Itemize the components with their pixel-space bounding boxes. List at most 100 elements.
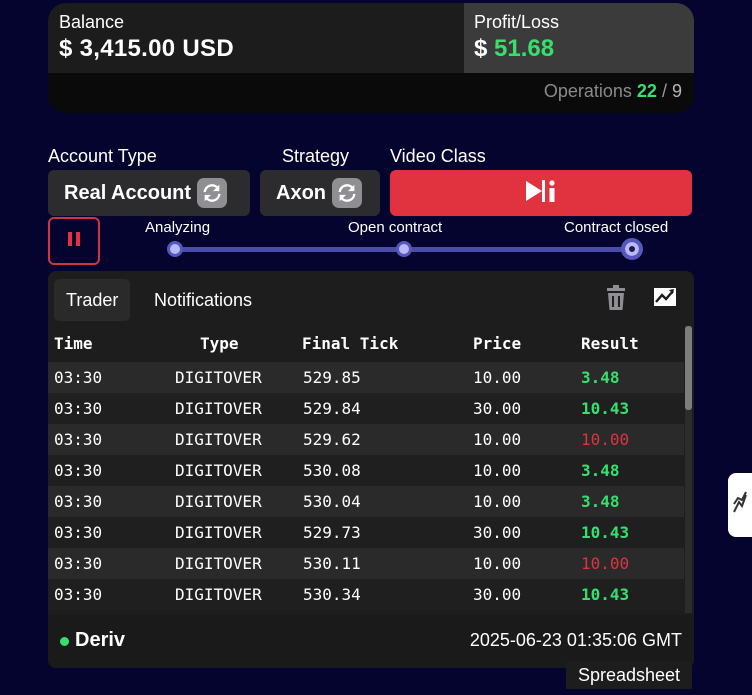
col-price: Price — [473, 334, 522, 353]
cell-time: 03:30 — [54, 368, 103, 387]
cell-final-tick: 530.34 — [303, 585, 361, 604]
side-widget[interactable] — [728, 473, 752, 537]
table-row: 03:30 DIGITOVER 529.62 10.00 10.00 — [48, 424, 684, 455]
cell-time: 03:30 — [54, 523, 103, 542]
cell-price: 10.00 — [473, 554, 522, 573]
cell-result: 10.00 — [581, 430, 630, 449]
table-row: 03:30 DIGITOVER 529.84 30.00 10.43 — [48, 393, 684, 424]
profit-amount: 51.68 — [494, 35, 555, 62]
trader-panel: Trader Notifications Time Type Final Tic… — [48, 271, 694, 668]
account-type-value: Real Account — [64, 181, 192, 204]
cell-type: DIGITOVER — [175, 430, 262, 449]
video-class-button[interactable] — [390, 170, 692, 216]
spreadsheet-button[interactable]: Spreadsheet — [566, 661, 692, 689]
cell-time: 03:30 — [54, 492, 103, 511]
strategy-label: Strategy — [282, 146, 350, 166]
cell-result: 10.43 — [581, 585, 630, 604]
cell-final-tick: 530.11 — [303, 554, 361, 573]
tab-trader[interactable]: Trader — [54, 279, 131, 321]
trash-icon[interactable] — [604, 285, 628, 311]
balance-section: Balance $ 3,415.00 USD — [48, 3, 464, 73]
step-analyzing-dot — [167, 241, 183, 257]
cell-price: 30.00 — [473, 585, 522, 604]
tab-notifications[interactable]: Notifications — [142, 279, 264, 321]
cell-type: DIGITOVER — [175, 461, 262, 480]
cell-type: DIGITOVER — [175, 368, 262, 387]
col-result: Result — [581, 334, 639, 353]
operations-separator: / — [661, 81, 667, 101]
pause-icon — [66, 231, 82, 251]
balance-card: Balance $ 3,415.00 USD Profit/Loss $ 51.… — [48, 3, 694, 113]
balance-label: Balance — [59, 12, 125, 32]
cell-price: 10.00 — [473, 430, 522, 449]
operations-wins: 22 — [636, 81, 657, 101]
trend-icon — [732, 490, 748, 521]
scrollbar-thumb[interactable] — [685, 326, 692, 410]
col-time: Time — [54, 334, 93, 353]
connection-status-dot — [60, 637, 69, 646]
table-row: 03:30 DIGITOVER 530.11 10.00 10.00 — [48, 548, 684, 579]
cell-result: 3.48 — [581, 368, 620, 387]
play-info-icon — [524, 179, 558, 208]
cell-result: 10.00 — [581, 554, 630, 573]
cell-time: 03:30 — [54, 554, 103, 573]
step-open-contract-label: Open contract — [348, 219, 443, 236]
profit-section: Profit/Loss $ 51.68 — [464, 3, 694, 73]
table-header: Time Type Final Tick Price Result — [48, 326, 684, 362]
refresh-icon[interactable] — [197, 178, 228, 208]
table-row: 03:30 DIGITOVER 530.08 10.00 3.48 — [48, 455, 684, 486]
step-contract-closed-dot — [621, 238, 643, 260]
operations-label: Operations — [543, 81, 632, 101]
cell-time: 03:30 — [54, 399, 103, 418]
cell-type: DIGITOVER — [175, 523, 262, 542]
cell-price: 30.00 — [473, 399, 522, 418]
server-timestamp: 2025-06-23 01:35:06 GMT — [469, 630, 682, 650]
cell-result: 3.48 — [581, 492, 620, 511]
col-type: Type — [200, 334, 239, 353]
cell-time: 03:30 — [54, 585, 103, 604]
cell-type: DIGITOVER — [175, 554, 262, 573]
profit-label: Profit/Loss — [474, 12, 560, 32]
cell-price: 30.00 — [473, 523, 522, 542]
table-row: 03:30 DIGITOVER 529.73 30.00 10.43 — [48, 517, 684, 548]
broker-label: Deriv — [75, 629, 126, 651]
cell-time: 03:30 — [54, 430, 103, 449]
profit-currency: $ — [474, 35, 488, 62]
refresh-icon[interactable] — [332, 178, 362, 208]
cell-type: DIGITOVER — [175, 399, 262, 418]
cell-result: 3.48 — [581, 461, 620, 480]
cell-final-tick: 529.84 — [303, 399, 361, 418]
cell-price: 10.00 — [473, 461, 522, 480]
account-type-selector[interactable]: Real Account — [48, 170, 250, 216]
cell-price: 10.00 — [473, 492, 522, 511]
balance-header: Balance $ 3,415.00 USD Profit/Loss $ 51.… — [48, 3, 694, 73]
profit-value: $ 51.68 — [474, 35, 694, 63]
cell-final-tick: 529.85 — [303, 368, 361, 387]
cell-result: 10.43 — [581, 523, 630, 542]
cell-type: DIGITOVER — [175, 585, 262, 604]
table-row: 03:30 DIGITOVER 530.04 10.00 3.48 — [48, 486, 684, 517]
video-class-label: Video Class — [390, 146, 486, 166]
account-type-label: Account Type — [48, 146, 157, 166]
trades-table: Time Type Final Tick Price Result 03:30 D… — [48, 326, 684, 613]
cell-result: 10.43 — [581, 399, 630, 418]
pause-button[interactable] — [48, 217, 100, 265]
step-open-contract-dot — [396, 241, 412, 257]
step-contract-closed-label: Contract closed — [564, 219, 669, 236]
balance-value: $ 3,415.00 USD — [59, 35, 234, 62]
table-row: 03:30 DIGITOVER 530.34 30.00 10.43 — [48, 579, 684, 610]
cell-final-tick: 529.62 — [303, 430, 361, 449]
table-row: 03:30 DIGITOVER 529.85 10.00 3.48 — [48, 362, 684, 393]
cell-time: 03:30 — [54, 461, 103, 480]
cell-final-tick: 530.04 — [303, 492, 361, 511]
cell-price: 10.00 — [473, 368, 522, 387]
strategy-selector[interactable]: Axon — [260, 170, 380, 216]
col-final-tick: Final Tick — [302, 334, 399, 353]
strategy-value: Axon — [276, 181, 326, 204]
cell-final-tick: 530.08 — [303, 461, 361, 480]
step-analyzing-label: Analyzing — [145, 219, 211, 236]
operations-losses: 9 — [671, 81, 682, 101]
cell-final-tick: 529.73 — [303, 523, 361, 542]
chart-icon[interactable] — [653, 286, 677, 308]
cell-type: DIGITOVER — [175, 492, 262, 511]
